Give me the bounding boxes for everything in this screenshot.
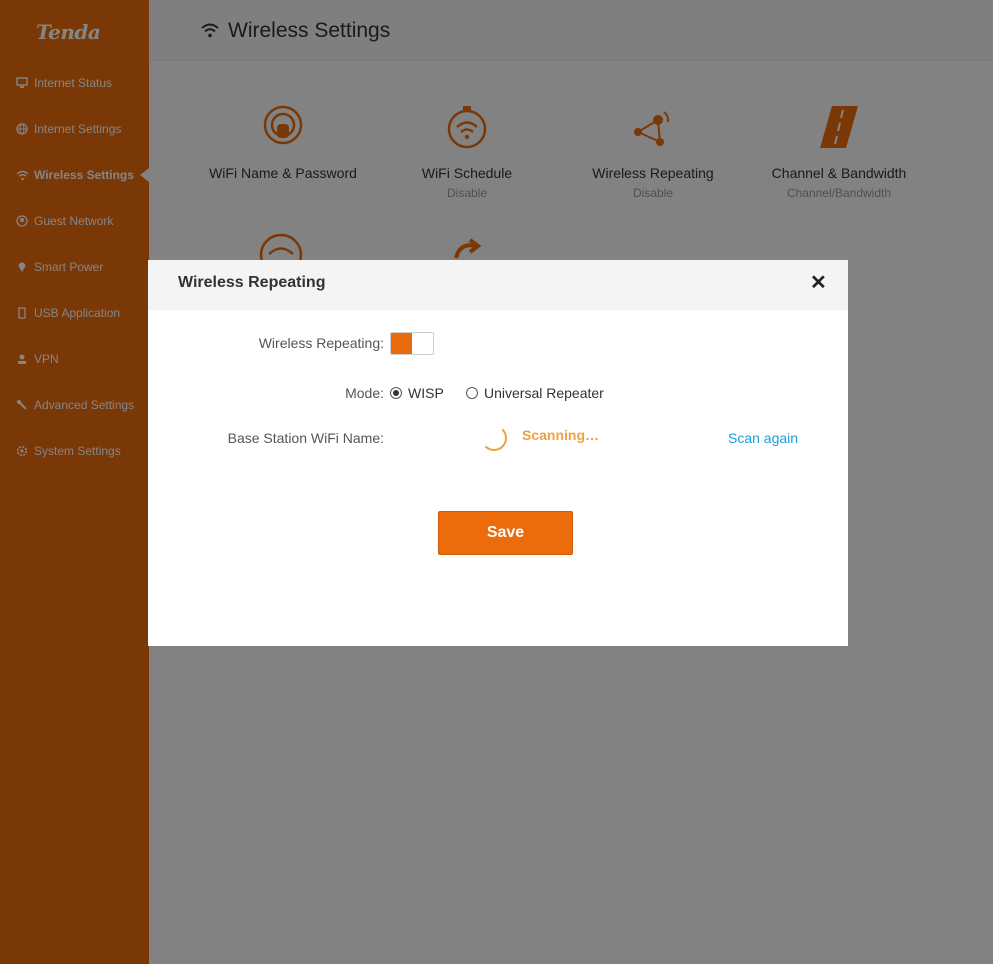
repeating-toggle[interactable] xyxy=(390,332,434,355)
mode-radio-universal-repeater[interactable]: Universal Repeater xyxy=(466,385,604,401)
base-station-label: Base Station WiFi Name: xyxy=(227,430,384,446)
radio-label: Universal Repeater xyxy=(484,385,604,401)
save-button[interactable]: Save xyxy=(438,511,573,555)
loading-spinner-icon xyxy=(481,425,507,451)
radio-unchecked-icon xyxy=(466,387,478,399)
mode-label: Mode: xyxy=(345,385,384,401)
scan-again-link[interactable]: Scan again xyxy=(728,430,798,446)
dialog-header: Wireless Repeating ✕ xyxy=(148,260,848,310)
close-icon[interactable]: ✕ xyxy=(810,273,828,293)
wireless-repeating-dialog: Wireless Repeating ✕ Wireless Repeating:… xyxy=(148,260,848,646)
dialog-title: Wireless Repeating xyxy=(178,274,326,291)
radio-label: WISP xyxy=(408,385,444,401)
mode-radio-wisp[interactable]: WISP xyxy=(390,385,444,401)
repeating-label: Wireless Repeating: xyxy=(258,335,384,351)
radio-checked-icon xyxy=(390,387,402,399)
toggle-on-indicator xyxy=(391,333,412,354)
scanning-status: Scanning… xyxy=(522,427,600,443)
